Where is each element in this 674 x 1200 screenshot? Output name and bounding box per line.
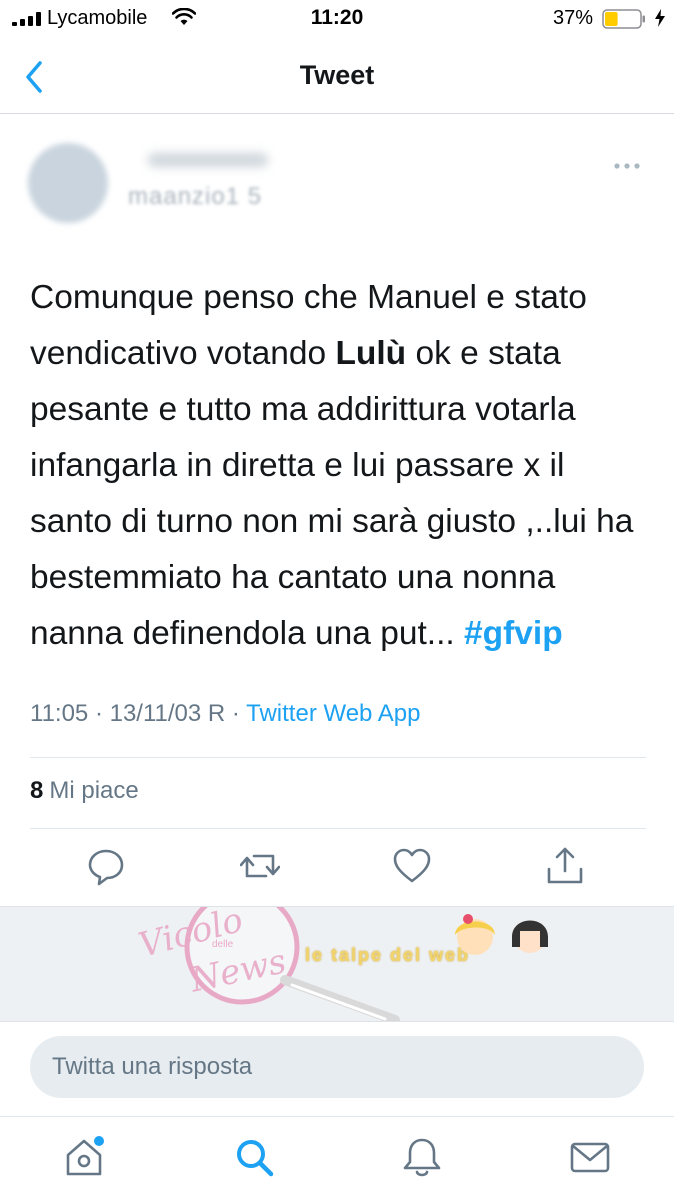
- tweet-meta: 11:05 · 13/11/03 R · Twitter Web App: [30, 700, 420, 728]
- author-handle: maanzio1 5: [128, 183, 263, 210]
- watermark-script-small: delle: [212, 939, 234, 950]
- retweet-icon[interactable]: [240, 845, 280, 887]
- divider: [30, 757, 646, 758]
- notification-dot: [94, 1136, 104, 1146]
- tab-bar: [0, 1116, 674, 1200]
- more-icon[interactable]: [612, 158, 642, 174]
- divider: [30, 828, 646, 829]
- battery-icon: [602, 9, 645, 29]
- like-icon[interactable]: [392, 845, 432, 887]
- tweet-author[interactable]: maanzio1 5: [28, 135, 448, 230]
- hashtag-link[interactable]: #gfvip: [464, 615, 563, 652]
- status-bar: Lycamobile 11:20 37%: [0, 0, 674, 38]
- avatar[interactable]: [28, 143, 108, 223]
- tweet-text-bold: Lulù: [335, 335, 407, 372]
- page-title: Tweet: [299, 60, 375, 90]
- watermark-overlay: Vicolo delle News le talpe del web: [0, 906, 674, 1022]
- likes-label: Mi piace: [49, 777, 139, 804]
- nav-bar: Tweet: [0, 40, 674, 114]
- tweet-text-part: ok e stata pesante e tutto ma addirittur…: [30, 335, 634, 652]
- likes-count: 8: [30, 777, 44, 804]
- reply-icon[interactable]: [86, 845, 126, 887]
- tweet-text: Comunque penso che Manuel e stato vendic…: [30, 270, 655, 662]
- tweet-actions: [0, 845, 674, 890]
- reply-bar: [0, 1022, 674, 1116]
- reply-input[interactable]: [30, 1036, 644, 1098]
- messages-icon[interactable]: [568, 1135, 612, 1179]
- author-name-redacted: [148, 153, 268, 167]
- tweet-source-link[interactable]: Twitter Web App: [246, 700, 420, 727]
- charging-icon: [655, 9, 665, 27]
- share-icon[interactable]: [545, 845, 585, 887]
- notifications-icon[interactable]: [400, 1135, 444, 1179]
- likes-summary[interactable]: 8 Mi piace: [30, 777, 139, 805]
- home-icon[interactable]: [62, 1135, 106, 1179]
- search-icon[interactable]: [232, 1135, 276, 1179]
- tweet-timestamp: 11:05 · 13/11/03 R ·: [30, 700, 247, 727]
- cartoon-faces-watermark: [455, 914, 548, 955]
- battery-percent: 37%: [553, 7, 594, 29]
